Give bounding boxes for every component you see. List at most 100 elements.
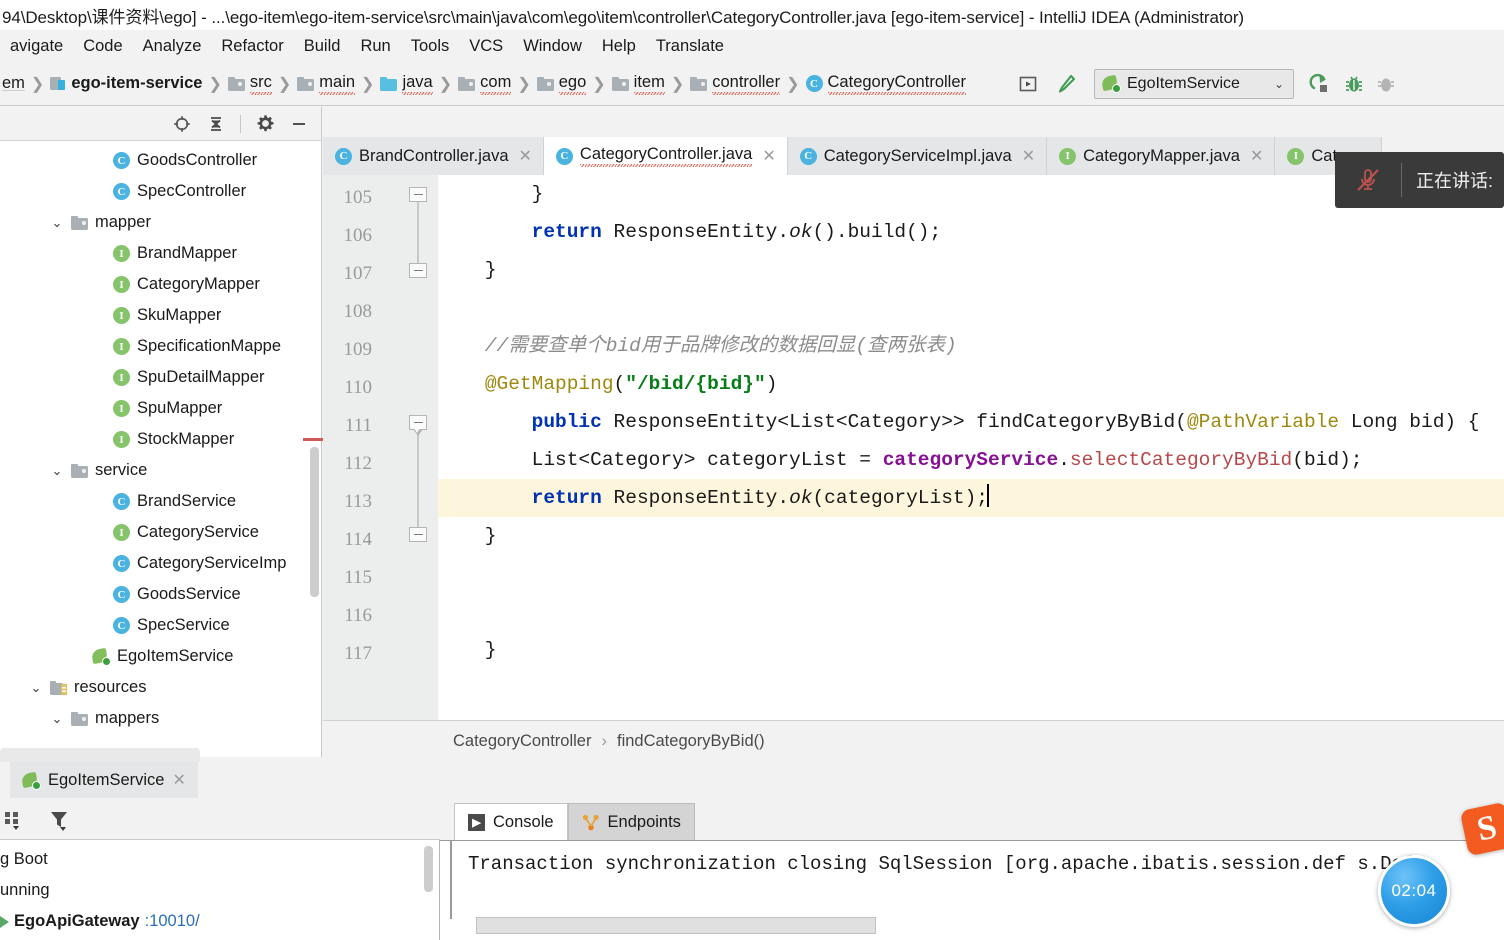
- project-tree-scrollbar[interactable]: [310, 447, 319, 597]
- editor-gutter[interactable]: 105 106 107 108 109 110 111 112 113 114 115 116 117: [323, 175, 438, 720]
- menu-item-analyze[interactable]: Analyze: [133, 35, 212, 58]
- build-hammer-icon[interactable]: [1052, 70, 1080, 98]
- window-title: 94\Desktop\课件资料\ego] - ...\ego-item\ego-…: [2, 7, 1244, 27]
- breadcrumb-ego[interactable]: ego: [535, 71, 589, 97]
- breadcrumb-method[interactable]: findCategoryByBid(): [617, 732, 765, 751]
- tree-node-resources[interactable]: ⌄ resources: [0, 672, 321, 703]
- console-tab-console[interactable]: ▶ Console: [454, 803, 568, 840]
- close-icon[interactable]: ✕: [1250, 146, 1263, 166]
- debug-bug-icon[interactable]: [1340, 70, 1368, 98]
- menu-item-avigate[interactable]: avigate: [0, 35, 73, 58]
- menu-item-refactor[interactable]: Refactor: [211, 35, 293, 58]
- menu-item-vcs[interactable]: VCS: [459, 35, 513, 58]
- tree-node-label: EgoItemService: [117, 647, 234, 665]
- code-editor[interactable]: 105 106 107 108 109 110 111 112 113 114 115 116 117 …: [323, 175, 1504, 720]
- menu-item-window[interactable]: Window: [513, 35, 592, 58]
- fold-collapse-icon[interactable]: [409, 263, 427, 281]
- breadcrumb-com[interactable]: com: [456, 71, 513, 97]
- menu-item-build[interactable]: Build: [294, 35, 351, 58]
- run-output-left[interactable]: g Boot unning EgoApiGateway:10010/: [0, 840, 440, 940]
- tree-node-egoitemservice[interactable]: EgoItemService: [0, 641, 321, 672]
- breadcrumb-java[interactable]: java: [378, 71, 434, 97]
- tree-node-mappers[interactable]: ⌄ mappers: [0, 703, 321, 734]
- tree-node-spudetailmapper[interactable]: I SpuDetailMapper: [0, 362, 321, 393]
- breadcrumb-controller[interactable]: controller: [688, 71, 782, 97]
- coverage-icon[interactable]: [1372, 70, 1400, 98]
- close-icon[interactable]: ✕: [172, 770, 185, 790]
- menu-item-tools[interactable]: Tools: [401, 35, 460, 58]
- editor-tab-brandcontroller-java[interactable]: C BrandController.java ✕: [323, 137, 544, 175]
- console-horizontal-scrollbar[interactable]: [476, 917, 876, 934]
- run-output-text[interactable]: EgoApiGateway: [14, 906, 140, 937]
- tree-node-skumapper[interactable]: I SkuMapper: [0, 300, 321, 331]
- breadcrumb-em[interactable]: em: [0, 72, 27, 95]
- breadcrumb-main[interactable]: main: [295, 71, 357, 97]
- fold-collapse-icon[interactable]: [409, 187, 427, 205]
- run-select-button[interactable]: [1014, 70, 1042, 98]
- tree-node-spumapper[interactable]: I SpuMapper: [0, 393, 321, 424]
- chevron-down-icon[interactable]: ⌄: [50, 463, 64, 479]
- breadcrumb-item[interactable]: item: [610, 71, 667, 97]
- code-text-area[interactable]: } return ResponseEntity.ok().build(); } …: [438, 175, 1504, 720]
- run-configuration-selector[interactable]: EgoItemService ⌄: [1094, 68, 1294, 99]
- menu-item-translate[interactable]: Translate: [646, 35, 734, 58]
- breadcrumb-separator-icon: ❯: [208, 75, 222, 93]
- run-tab-egoitemservice[interactable]: EgoItemService ✕: [10, 762, 198, 798]
- run-output-port-link[interactable]: :10010/: [145, 906, 200, 937]
- locate-icon[interactable]: [168, 110, 196, 138]
- code-token: ok: [789, 221, 813, 243]
- collapse-all-icon[interactable]: [202, 110, 230, 138]
- rerun-icon[interactable]: [1306, 70, 1334, 98]
- hide-window-icon[interactable]: [285, 110, 313, 138]
- tree-node-goodsservice[interactable]: C GoodsService: [0, 579, 321, 610]
- show-as-tree-icon[interactable]: [2, 806, 30, 834]
- chevron-down-icon: ⌄: [1273, 76, 1284, 91]
- filter-icon[interactable]: [46, 806, 74, 834]
- tree-node-categoryservice[interactable]: I CategoryService: [0, 517, 321, 548]
- code-token: }: [438, 183, 544, 205]
- breadcrumb-separator-icon: ❯: [592, 75, 606, 93]
- chevron-down-icon[interactable]: ⌄: [50, 215, 64, 231]
- menu-item-run[interactable]: Run: [350, 35, 400, 58]
- tree-node-brandservice[interactable]: C BrandService: [0, 486, 321, 517]
- chevron-down-icon[interactable]: ⌄: [50, 711, 64, 727]
- tree-node-mapper[interactable]: ⌄ mapper: [0, 207, 321, 238]
- breadcrumb-class[interactable]: CategoryController: [453, 732, 591, 751]
- breadcrumb-src[interactable]: src: [226, 71, 274, 97]
- tree-node-goodscontroller[interactable]: C GoodsController: [0, 145, 321, 176]
- editor-tab-categoryserviceimpl-java[interactable]: C CategoryServiceImpl.java ✕: [787, 137, 1048, 175]
- tree-node-specservice[interactable]: C SpecService: [0, 610, 321, 641]
- close-icon[interactable]: ✕: [762, 146, 775, 166]
- line-number: 110: [344, 377, 372, 398]
- interface-icon: I: [1287, 147, 1305, 165]
- tree-node-specificationmappe[interactable]: I SpecificationMappe: [0, 331, 321, 362]
- editor-tab-categorymapper-java[interactable]: I CategoryMapper.java ✕: [1047, 137, 1276, 175]
- menu-item-code[interactable]: Code: [73, 35, 132, 58]
- code-line-106: return ResponseEntity.ok().build();: [438, 213, 942, 251]
- line-number: 117: [344, 643, 372, 664]
- play-triangle-icon[interactable]: [0, 915, 9, 928]
- console-output-panel[interactable]: Transaction synchronization closing SqlS…: [440, 840, 1504, 940]
- close-icon[interactable]: ✕: [1022, 146, 1035, 166]
- settings-gear-icon[interactable]: [251, 110, 279, 138]
- close-icon[interactable]: ✕: [519, 146, 532, 166]
- fold-collapse-icon[interactable]: [409, 527, 427, 545]
- fold-collapse-icon[interactable]: [409, 415, 427, 436]
- tree-node-categorymapper[interactable]: I CategoryMapper: [0, 269, 321, 300]
- tree-node-brandmapper[interactable]: I BrandMapper: [0, 238, 321, 269]
- chevron-down-icon[interactable]: ⌄: [29, 680, 43, 696]
- tree-node-categoryserviceimp[interactable]: C CategoryServiceImp: [0, 548, 321, 579]
- tree-node-stockmapper[interactable]: I StockMapper: [0, 424, 321, 455]
- menu-item-help[interactable]: Help: [592, 35, 646, 58]
- console-tab-endpoints[interactable]: Endpoints: [567, 803, 695, 840]
- tree-node-service[interactable]: ⌄ service: [0, 455, 321, 486]
- breadcrumb-categorycontroller[interactable]: C CategoryController: [804, 71, 968, 97]
- fold-region-line: [417, 195, 419, 263]
- tree-node-speccontroller[interactable]: C SpecController: [0, 176, 321, 207]
- editor-tab-label: CategoryServiceImpl.java: [823, 146, 1012, 165]
- editor-tab-categorycontroller-java[interactable]: C CategoryController.java ✕: [543, 137, 788, 175]
- recording-timer-bubble[interactable]: 02:04: [1378, 855, 1450, 927]
- breadcrumb-ego-item-service[interactable]: ego-item-service: [48, 72, 204, 95]
- code-token: public: [531, 411, 602, 433]
- run-output-scrollbar[interactable]: [424, 846, 433, 892]
